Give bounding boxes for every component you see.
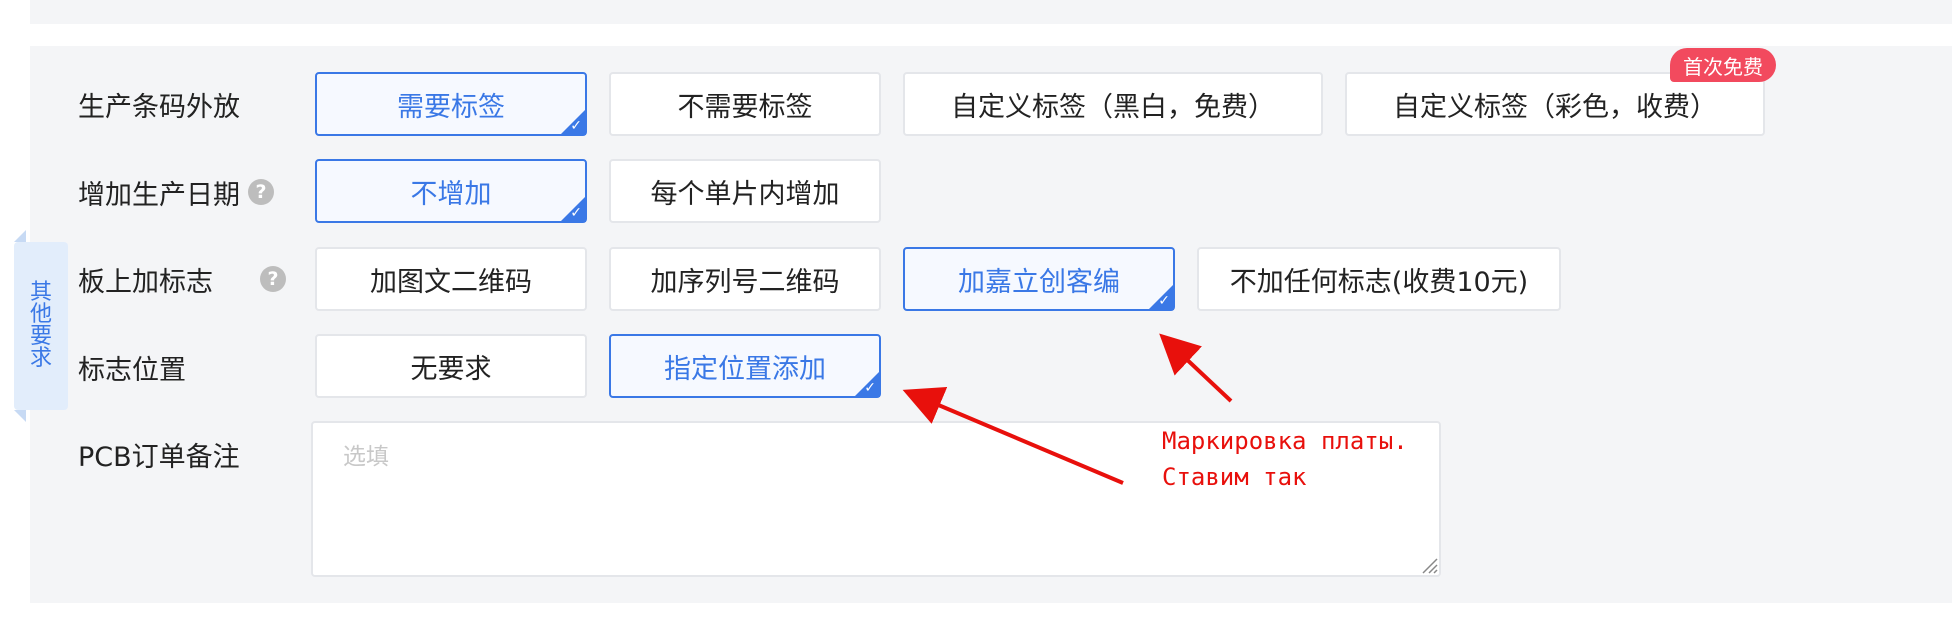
- option-label: 加图文二维码: [370, 266, 532, 298]
- option-label: 需要标签: [397, 91, 505, 123]
- check-icon: ✓: [570, 205, 582, 221]
- check-icon: ✓: [1158, 293, 1170, 309]
- production-date-label-text: 增加生产日期: [78, 179, 240, 211]
- option-label: 不需要标签: [677, 91, 813, 123]
- marking-position-label: 标志位置: [78, 347, 186, 387]
- production-date-label: 增加生产日期 ?: [78, 172, 274, 212]
- option-need-label[interactable]: 需要标签 ✓: [315, 72, 587, 136]
- badge-text: 首次免费: [1683, 54, 1763, 79]
- side-tab-char: 求: [29, 346, 52, 371]
- option-label: 不加任何标志(收费10元): [1229, 266, 1529, 298]
- option-serial-qr[interactable]: 加序列号二维码: [609, 247, 881, 311]
- option-no-marking[interactable]: 不加任何标志(收费10元): [1197, 247, 1561, 311]
- option-jlc-code[interactable]: 加嘉立创客编 ✓: [903, 247, 1175, 311]
- side-tab-fold-bottom: [14, 410, 26, 422]
- resize-grip-icon[interactable]: [1420, 556, 1438, 574]
- option-label: 指定位置添加: [664, 353, 826, 385]
- help-icon[interactable]: ?: [248, 179, 274, 205]
- side-tab-other-requirements[interactable]: 其 他 要 求: [14, 230, 68, 422]
- annotation-note: Маркировка платы. Ставим так: [1162, 423, 1408, 495]
- annotation-line-1: Маркировка платы.: [1162, 427, 1408, 455]
- option-no-date[interactable]: 不增加 ✓: [315, 159, 587, 223]
- annotation-line-2: Ставим так: [1162, 463, 1307, 491]
- pcb-order-notes-label-text: PCB订单备注: [78, 441, 240, 473]
- check-icon: ✓: [570, 118, 582, 134]
- option-graphic-qr[interactable]: 加图文二维码: [315, 247, 587, 311]
- option-label: 每个单片内增加: [650, 178, 840, 210]
- board-marking-label: 板上加标志: [78, 259, 213, 299]
- option-custom-label-bw[interactable]: 自定义标签（黑白，免费）: [903, 72, 1323, 136]
- marking-position-label-text: 标志位置: [78, 354, 186, 386]
- option-label: 自定义标签（黑白，免费）: [951, 91, 1275, 123]
- previous-section-strip: [30, 0, 1952, 24]
- option-label: 加嘉立创客编: [958, 266, 1120, 298]
- option-label: 无要求: [410, 353, 492, 385]
- side-tab-char: 其: [29, 280, 52, 305]
- board-marking-label-text: 板上加标志: [78, 266, 213, 298]
- pcb-order-notes-label: PCB订单备注: [78, 434, 240, 474]
- check-icon: ✓: [864, 380, 876, 396]
- option-no-requirement[interactable]: 无要求: [315, 334, 587, 398]
- side-tab-char: 要: [29, 324, 52, 349]
- barcode-label-text: 生产条码外放: [78, 91, 240, 123]
- option-label: 不增加: [410, 178, 492, 210]
- side-tab-char: 他: [29, 302, 52, 327]
- option-specified-position[interactable]: 指定位置添加 ✓: [609, 334, 881, 398]
- option-no-label[interactable]: 不需要标签: [609, 72, 881, 136]
- option-label: 自定义标签（彩色，收费）: [1393, 91, 1717, 123]
- side-tab-fold-top: [14, 230, 26, 242]
- option-date-each-piece[interactable]: 每个单片内增加: [609, 159, 881, 223]
- first-time-free-badge: 首次免费: [1670, 48, 1776, 82]
- help-icon[interactable]: ?: [260, 266, 286, 292]
- barcode-label: 生产条码外放: [78, 84, 240, 124]
- option-label: 加序列号二维码: [650, 266, 840, 298]
